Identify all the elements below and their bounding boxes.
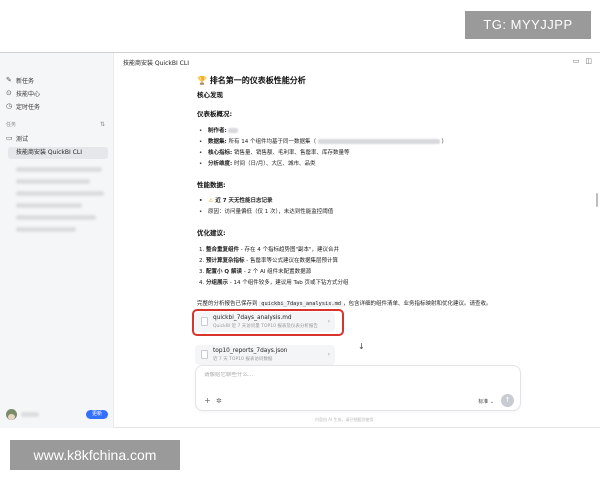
overview-value: 时间（日/月）、大区、城市、品类 — [233, 161, 316, 167]
highlight-box — [192, 309, 344, 336]
edit-icon: ✎ — [6, 75, 12, 84]
perf-item: 原因：访问量偏低（仅 1 次），未达到性能监控阈值 — [199, 207, 333, 215]
overview-label: 核心指标: — [208, 150, 233, 156]
overview-item: 核心指标: 销售量、销售额、毛利率、售罄率、库存数量等 — [199, 148, 349, 156]
chevron-down-icon: ⌄ — [489, 399, 494, 405]
overview-label: 分析维度: — [208, 161, 233, 167]
blurred-task[interactable] — [16, 191, 104, 196]
watermark-bottom: www.k8kfchina.com — [10, 440, 180, 470]
opt-rest: - 14 个组件较多，建议用 Tab 页或下钻方式分组 — [228, 280, 349, 286]
sidebar-folder-test[interactable]: ▭ 测试 — [6, 133, 28, 143]
chevron-right-icon: › — [327, 351, 330, 358]
core-title: 核心发现 — [197, 91, 223, 99]
add-icon[interactable]: + — [204, 397, 211, 405]
blurred-task[interactable] — [16, 179, 90, 184]
opt-num: 1. — [199, 247, 205, 253]
opt-item: 2. 预计算复杂指标 - 售罄率等公式建议在数据集层预计算 — [199, 256, 338, 264]
chat-input[interactable] — [204, 372, 504, 378]
file-name: top10_reports_7days.json — [213, 348, 288, 354]
opt-rest: - 2 个 AI 组件未配置数据源 — [242, 269, 312, 275]
blurred-value — [228, 128, 239, 133]
file-icon — [201, 350, 208, 359]
upgrade-button[interactable]: 更新 — [86, 410, 108, 419]
report-prefix: 完整的分析报告已保存到 — [197, 301, 258, 307]
file-card-top10[interactable]: top10_reports_7days.json 近 7 天 TOP10 报表访… — [195, 345, 335, 365]
perf-text: 原因：访问量偏低（仅 1 次），未达到性能监控阈值 — [208, 209, 334, 215]
opt-title: 优化建议: — [197, 229, 226, 237]
watermark-top: TG: MYYJJPP — [465, 11, 591, 39]
sidebar-active-task[interactable]: 技能商安装 QuickBI CLI — [8, 147, 108, 159]
skill-icon: ⊙ — [6, 88, 12, 97]
sidebar-item-scheduled[interactable]: ◷ 定时任务 — [6, 101, 40, 111]
overview-value: 所有 14 个组件均基于同一数据集（ — [228, 139, 316, 145]
opt-num: 4. — [199, 280, 205, 286]
clock-icon: ◷ — [6, 101, 13, 110]
section-label: 任务 — [6, 121, 17, 128]
closing-paren: ） — [441, 139, 447, 145]
top-toolbar: ▭ ◫ — [573, 57, 592, 65]
blurred-task[interactable] — [16, 203, 82, 208]
opt-num: 2. — [199, 258, 205, 264]
model-label: 标准 — [478, 399, 489, 405]
warning-icon: ⚠ — [208, 198, 214, 204]
blurred-value — [317, 139, 440, 144]
overview-value: 销售量、销售额、毛利率、售罄率、库存数量等 — [233, 150, 350, 156]
sidebar-item-label: 定时任务 — [16, 103, 41, 111]
tools-icon[interactable]: ✲ — [216, 397, 222, 405]
opt-bold: 配置小 Q 解读 — [206, 269, 243, 275]
perf-title: 性能数据: — [197, 181, 226, 189]
file-desc: 近 7 天 TOP10 报表访问数据 — [213, 357, 273, 362]
opt-rest: - 存在 4 个指标趋势图"副本"，建议合并 — [239, 247, 340, 253]
blurred-task[interactable] — [16, 215, 96, 220]
scroll-down-icon[interactable]: ↓ — [358, 342, 365, 351]
model-select[interactable]: 标准 ⌄ — [478, 398, 494, 405]
opt-item: 3. 配置小 Q 解读 - 2 个 AI 组件未配置数据源 — [199, 267, 311, 275]
overview-item: 数据集: 所有 14 个组件均基于同一数据集（ ） — [199, 137, 447, 145]
sidebar-item-label: 技能中心 — [16, 90, 41, 98]
heading-text: 排名第一的仪表板性能分析 — [209, 76, 306, 85]
sidebar-item-skills[interactable]: ⊙ 技能中心 — [6, 88, 40, 98]
filter-icon[interactable]: ⇅ — [100, 119, 105, 129]
sidebar-item-new-task[interactable]: ✎ 新任务 — [6, 75, 34, 85]
app-window: ✎ 新任务 ⊙ 技能中心 ◷ 定时任务 任务 ⇅ ▭ 测试 技能商安装 Quic… — [0, 52, 600, 428]
folder-icon[interactable]: ▭ — [573, 57, 580, 65]
trophy-icon: 🏆 — [197, 76, 207, 85]
blurred-task[interactable] — [16, 167, 102, 172]
overview-label: 数据集: — [208, 139, 227, 145]
chat-composer: + ✲ 标准 ⌄ ↑ — [195, 365, 521, 411]
sidebar-item-label: 新任务 — [16, 77, 35, 85]
ai-disclaimer: 内容由 AI 生成，请仔细甄别使用 — [315, 417, 374, 422]
page-title: 技能商安装 QuickBI CLI — [123, 60, 189, 67]
overview-item: 分析维度: 时间（日/月）、大区、城市、品类 — [199, 159, 316, 167]
opt-item: 1. 整合重复组件 - 存在 4 个指标趋势图"副本"，建议合并 — [199, 245, 339, 253]
main-panel: 技能商安装 QuickBI CLI ▭ ◫ 🏆 排名第一的仪表板性能分析 核心发… — [115, 53, 600, 428]
scrollbar[interactable] — [596, 193, 598, 207]
opt-bold: 整合重复组件 — [206, 247, 240, 253]
avatar[interactable] — [6, 409, 17, 420]
sidebar-section-label: 任务 — [6, 119, 16, 129]
perf-text: 近 7 天无性能日志记录 — [215, 198, 273, 204]
opt-num: 3. — [199, 269, 205, 275]
blurred-task[interactable] — [16, 227, 76, 232]
overview-label: 制作者: — [208, 128, 227, 134]
report-suffix: ，包含详细的组件清单、业务指标映射和优化建议。请查收。 — [343, 301, 492, 307]
message-heading: 🏆 排名第一的仪表板性能分析 — [197, 75, 306, 86]
overview-title: 仪表板概况: — [197, 110, 233, 118]
folder-icon: ▭ — [6, 133, 13, 142]
send-button[interactable]: ↑ — [501, 394, 514, 407]
folder-label: 测试 — [16, 135, 29, 143]
opt-item: 4. 分组展示 - 14 个组件较多，建议用 Tab 页或下钻方式分组 — [199, 278, 349, 286]
opt-bold: 分组展示 — [206, 280, 229, 286]
report-note: 完整的分析报告已保存到 quickbi_7days_analysis.md ，包含… — [197, 299, 492, 307]
opt-bold: 预计算复杂指标 — [206, 258, 245, 264]
window-icon[interactable]: ◫ — [585, 57, 592, 65]
overview-item: 制作者: — [199, 126, 239, 134]
blurred-username — [21, 412, 39, 417]
opt-rest: - 售罄率等公式建议在数据集层预计算 — [244, 258, 338, 264]
perf-item: ⚠ 近 7 天无性能日志记录 — [199, 196, 272, 204]
report-file-code: quickbi_7days_analysis.md — [259, 301, 343, 307]
sidebar: ✎ 新任务 ⊙ 技能中心 ◷ 定时任务 任务 ⇅ ▭ 测试 技能商安装 Quic… — [0, 53, 114, 428]
